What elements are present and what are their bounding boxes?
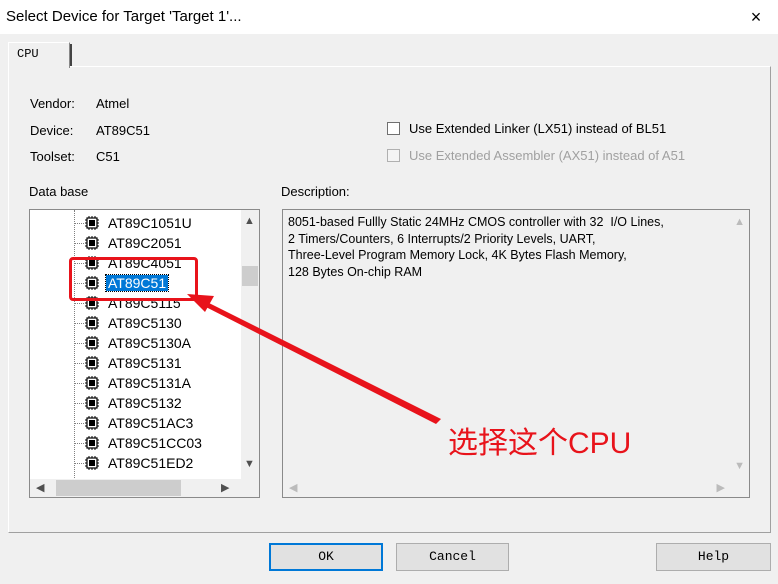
annotation-text: 选择这个CPU xyxy=(448,427,632,460)
dialog-window: Select Device for Target 'Target 1'... ×… xyxy=(0,0,778,584)
annotation-arrow xyxy=(187,294,441,424)
